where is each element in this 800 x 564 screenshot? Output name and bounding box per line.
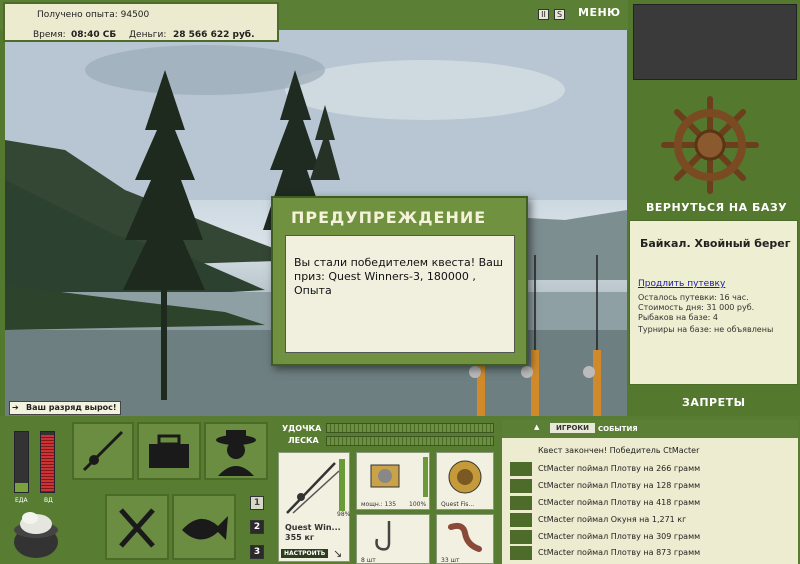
- rods-tile[interactable]: [72, 422, 134, 480]
- page-button-2[interactable]: 2: [250, 520, 264, 534]
- line-name: Quest Fis...: [441, 501, 475, 508]
- page-button-3[interactable]: 3: [250, 545, 264, 559]
- location-title: Байкал. Хвойный берег: [640, 237, 791, 250]
- tackle-box-icon: [149, 434, 189, 468]
- arrow-icon: ➔: [12, 403, 19, 412]
- sound-icon[interactable]: S: [554, 9, 565, 20]
- line-strength-bar: [326, 436, 494, 446]
- fish-catch-tile[interactable]: [172, 494, 236, 560]
- return-to-base-button[interactable]: ВЕРНУТЬСЯ НА БАЗУ: [646, 201, 787, 214]
- events-tabs: ▲ ИГРОКИ СОБЫТИЯ: [502, 420, 798, 438]
- experience-value: 94500: [120, 10, 150, 20]
- rank-message: Ваш разряд вырос!: [26, 403, 117, 412]
- reel-percent: 100%: [409, 501, 427, 508]
- resize-arrow-icon[interactable]: ↘: [333, 547, 342, 560]
- tab-players[interactable]: ИГРОКИ: [550, 423, 595, 433]
- info-line: Рыбаков на базе: 4: [638, 313, 718, 322]
- reel-power: мощн.: 135: [361, 501, 397, 508]
- fisherman-tile[interactable]: [204, 422, 268, 480]
- rank-notification[interactable]: ➔ Ваш разряд вырос!: [9, 401, 121, 415]
- event-line: Квест закончен! Победитель CtMacter: [538, 446, 700, 455]
- experience-label: Получено опыта:: [37, 10, 118, 20]
- rod-item-icon: [286, 462, 340, 514]
- line-spool-icon: [448, 460, 482, 494]
- money-label: Деньги:: [129, 30, 167, 40]
- worm-icon: [448, 522, 482, 552]
- dialog-message: Вы стали победителем квеста! Ваш приз: Q…: [294, 256, 503, 297]
- info-line: Осталось путевки: 16 час.: [638, 293, 749, 302]
- event-line: CtMacter поймал Плотву на 418 грамм: [538, 498, 701, 507]
- rod-tool-icon: [82, 430, 124, 472]
- fish-icon: [510, 462, 532, 476]
- food-label: ЕДА: [15, 497, 28, 504]
- alcohol-bar: [40, 431, 55, 493]
- menu-button[interactable]: МЕНЮ: [578, 6, 621, 19]
- pause-icon[interactable]: II: [538, 9, 549, 20]
- fish-icon: [510, 530, 532, 544]
- event-line: CtMacter поймал Окуня на 1,271 кг: [538, 515, 687, 524]
- event-line: CtMacter поймал Плотву на 266 грамм: [538, 464, 701, 473]
- food-bar: [14, 431, 29, 493]
- rod-weight: 355 кг: [285, 533, 315, 542]
- fish-icon: [510, 546, 532, 560]
- fish-icon: [510, 479, 532, 493]
- event-line: CtMacter поймал Плотву на 309 грамм: [538, 532, 701, 541]
- fish-icon: [510, 513, 532, 527]
- fish-icon: [510, 496, 532, 510]
- events-panel: ▲ ИГРОКИ СОБЫТИЯ Квест закончен! Победит…: [502, 420, 798, 564]
- tab-events[interactable]: СОБЫТИЯ: [598, 425, 638, 433]
- bait-count: 33 шт: [441, 557, 460, 564]
- rod-strength-bar: [326, 423, 494, 433]
- stats-panel: Получено опыта: 94500 Время: 08:40 СБ Де…: [3, 2, 279, 42]
- hook-icon: [375, 521, 391, 551]
- extend-permit-link[interactable]: Продлить путевку: [638, 279, 725, 289]
- bait-slot[interactable]: 33 шт: [436, 514, 494, 564]
- ship-wheel-icon[interactable]: [660, 95, 760, 195]
- line-label: ЛЕСКА: [288, 436, 319, 445]
- rod-durability-bar: [339, 459, 345, 511]
- minimap[interactable]: [633, 4, 797, 80]
- hook-slot[interactable]: 8 шт: [356, 514, 430, 564]
- tune-button[interactable]: НАСТРОИТЬ: [281, 549, 329, 558]
- kitchen-tile[interactable]: [105, 494, 169, 560]
- money-value: 28 566 622 руб.: [173, 30, 255, 40]
- reel-slot[interactable]: мощн.: 135 100%: [356, 452, 430, 510]
- fish-icon: [182, 516, 228, 540]
- fisherman-icon: [216, 430, 256, 476]
- warning-dialog[interactable]: ПРЕДУПРЕЖДЕНИЕ Вы стали победителем квес…: [271, 196, 528, 366]
- event-line: CtMacter поймал Плотву на 873 грамм: [538, 548, 701, 557]
- event-line: CtMacter поймал Плотву на 128 грамм: [538, 481, 701, 490]
- rod-label: УДОЧКА: [282, 424, 322, 433]
- rod-name: Quest Win...: [285, 523, 341, 532]
- time-label: Время:: [33, 30, 66, 40]
- collapse-arrow-icon[interactable]: ▲: [534, 423, 539, 431]
- info-line: Стоимость дня: 31 000 руб.: [638, 303, 755, 312]
- rod-slot[interactable]: 98% Quest Win... 355 кг НАСТРОИТЬ ↘: [278, 452, 350, 562]
- rod-percent: 98%: [337, 511, 351, 518]
- info-line: Турниры на базе: не объявлены: [638, 325, 774, 334]
- time-value: 08:40 СБ: [71, 30, 117, 40]
- page-button-1[interactable]: 1: [250, 496, 264, 510]
- dialog-message-box: Вы стали победителем квеста! Ваш приз: Q…: [285, 235, 515, 353]
- alcohol-label: ВД: [44, 497, 53, 504]
- fork-knife-icon: [119, 508, 155, 548]
- reel-durability-bar: [423, 457, 428, 497]
- location-info-panel: Байкал. Хвойный берег Продлить путевку О…: [629, 220, 798, 385]
- reel-icon: [370, 464, 400, 488]
- dialog-title: ПРЕДУПРЕЖДЕНИЕ: [291, 208, 487, 227]
- tackle-box-tile[interactable]: [137, 422, 201, 480]
- bans-button[interactable]: ЗАПРЕТЫ: [682, 396, 746, 409]
- line-slot[interactable]: Quest Fis...: [436, 452, 494, 510]
- cauldron-icon[interactable]: [8, 508, 64, 560]
- hook-count: 8 шт: [361, 557, 376, 564]
